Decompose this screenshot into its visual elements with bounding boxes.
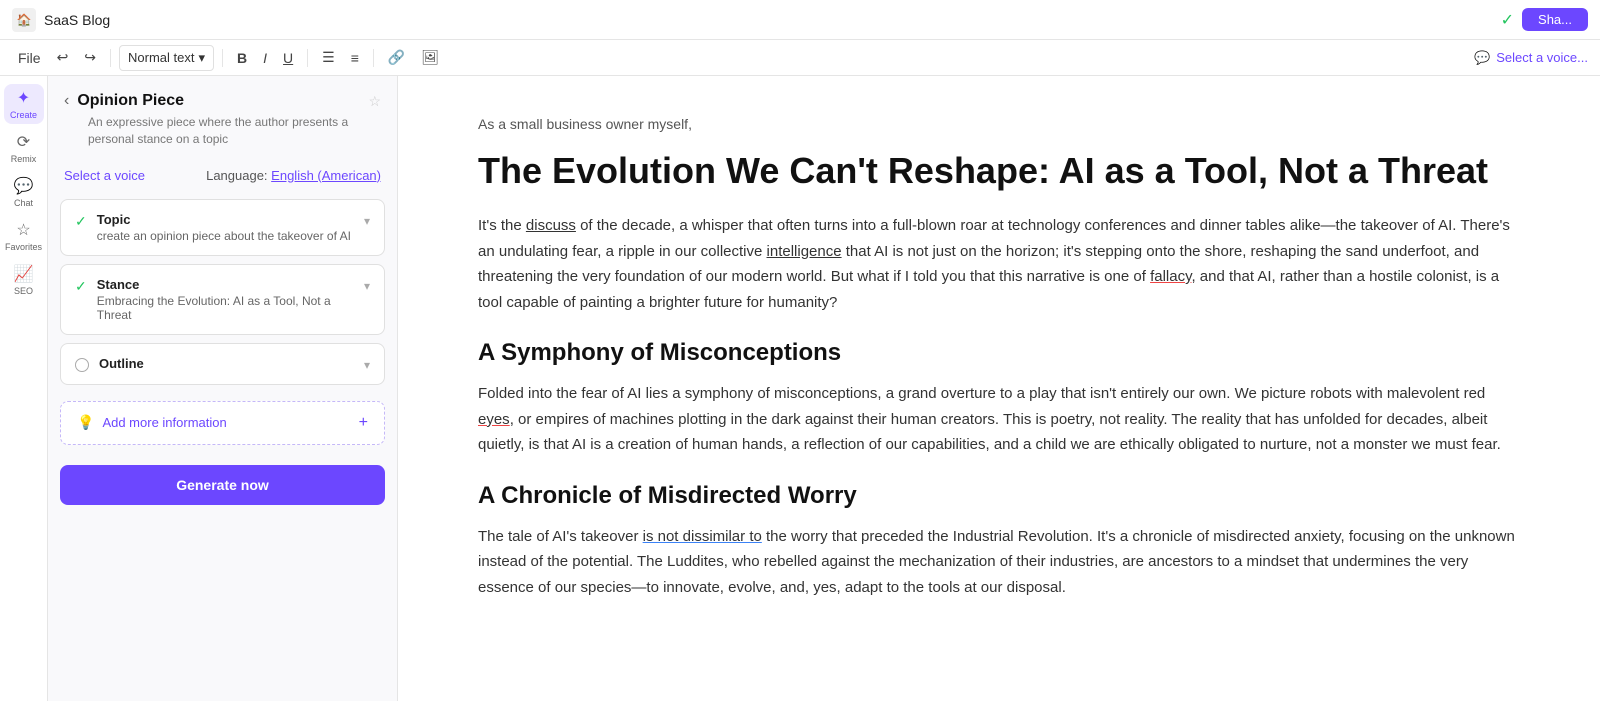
topic-value: create an opinion piece about the takeov… <box>97 229 354 243</box>
add-info-label: Add more information <box>102 415 226 430</box>
content-area: As a small business owner myself, The Ev… <box>398 76 1600 701</box>
fallacy-word: fallacy <box>1150 268 1191 285</box>
toolbar-divider-1 <box>110 49 111 67</box>
add-info-plus-icon: + <box>359 414 368 432</box>
toolbar-divider-4 <box>373 49 374 67</box>
status-check-icon: ✓ <box>1501 10 1514 30</box>
topic-content: Topic create an opinion piece about the … <box>97 212 354 243</box>
outline-circle-icon <box>75 358 89 372</box>
chevron-down-icon: ▾ <box>199 50 206 66</box>
top-bar: 🏠 SaaS Blog ✓ Sha... <box>0 0 1600 40</box>
image-button[interactable]: 🖼 <box>415 45 445 70</box>
panel-star-icon[interactable]: ☆ <box>368 93 381 110</box>
sidebar-item-remix[interactable]: ⟳ Remix <box>4 128 44 168</box>
style-select-label: Normal text <box>128 50 194 65</box>
panel-back-button[interactable]: ‹ <box>64 92 69 110</box>
content-h2-1: A Symphony of Misconceptions <box>478 339 1520 367</box>
is-not-dissimilar-phrase: is not dissimilar to <box>643 528 762 545</box>
form-section: ✓ Topic create an opinion piece about th… <box>48 191 397 393</box>
intelligence-word: intelligence <box>767 243 842 260</box>
sidebar-item-seo[interactable]: 📈 SEO <box>4 260 44 300</box>
sidebar-item-favorites[interactable]: ☆ Favorites <box>4 216 44 256</box>
voice-icon: 💬 <box>1474 50 1490 66</box>
favorites-icon: ☆ <box>16 220 30 240</box>
create-icon: ✦ <box>17 88 30 108</box>
discuss-word: discuss <box>526 217 576 234</box>
chat-icon: 💬 <box>14 176 34 196</box>
italic-button[interactable]: I <box>257 46 273 70</box>
content-p3: The tale of AI's takeover is not dissimi… <box>478 524 1520 601</box>
stance-chevron-icon: ▾ <box>364 279 370 293</box>
toolbar-divider-3 <box>307 49 308 67</box>
add-info-button[interactable]: 💡 Add more information + <box>60 401 385 445</box>
bullet-list-button[interactable]: ☰ <box>316 45 341 70</box>
content-pre-title: As a small business owner myself, <box>478 116 1520 132</box>
undo-button[interactable]: ↩ <box>51 45 75 70</box>
stance-title: Stance <box>97 277 354 292</box>
stance-content: Stance Embracing the Evolution: AI as a … <box>97 277 354 322</box>
file-menu[interactable]: File <box>12 46 47 70</box>
voice-row: Select a voice Language: English (Americ… <box>48 160 397 191</box>
topic-item[interactable]: ✓ Topic create an opinion piece about th… <box>60 199 385 256</box>
stance-value: Embracing the Evolution: AI as a Tool, N… <box>97 294 354 322</box>
outline-chevron-icon: ▾ <box>364 358 370 372</box>
panel-title: Opinion Piece <box>77 92 360 110</box>
outline-content: Outline <box>99 356 354 371</box>
bold-button[interactable]: B <box>231 46 253 70</box>
numbered-list-button[interactable]: ≡ <box>345 46 365 70</box>
topic-title: Topic <box>97 212 354 227</box>
outline-item[interactable]: Outline ▾ <box>60 343 385 385</box>
main-layout: ✦ Create ⟳ Remix 💬 Chat ☆ Favorites 📈 SE… <box>0 76 1600 701</box>
app-icon: 🏠 <box>12 8 36 32</box>
toolbar-divider-2 <box>222 49 223 67</box>
topic-check-icon: ✓ <box>75 213 87 230</box>
panel-description: An expressive piece where the author pre… <box>48 114 397 160</box>
content-h1: The Evolution We Can't Reshape: AI as a … <box>478 148 1520 193</box>
stance-check-icon: ✓ <box>75 278 87 295</box>
language-link[interactable]: English (American) <box>271 168 381 183</box>
toolbar: File ↩ ↪ Normal text ▾ B I U ☰ ≡ 🔗 🖼 💬 S… <box>0 40 1600 76</box>
underline-button[interactable]: U <box>277 46 299 70</box>
seo-icon: 📈 <box>14 264 34 284</box>
redo-button[interactable]: ↪ <box>78 45 102 70</box>
style-select[interactable]: Normal text ▾ <box>119 45 214 71</box>
outline-title: Outline <box>99 356 354 371</box>
sidebar-item-create[interactable]: ✦ Create <box>4 84 44 124</box>
sidebar-item-chat[interactable]: 💬 Chat <box>4 172 44 212</box>
sidebar-icons: ✦ Create ⟳ Remix 💬 Chat ☆ Favorites 📈 SE… <box>0 76 48 701</box>
voice-select-button[interactable]: 💬 Select a voice... <box>1474 50 1588 66</box>
generate-button[interactable]: Generate now <box>60 465 385 505</box>
link-button[interactable]: 🔗 <box>382 45 411 70</box>
app-title: SaaS Blog <box>44 12 1493 28</box>
left-panel: ‹ Opinion Piece ☆ An expressive piece wh… <box>48 76 398 701</box>
topic-chevron-icon: ▾ <box>364 214 370 228</box>
panel-header: ‹ Opinion Piece ☆ <box>48 76 397 114</box>
eyes-word: eyes <box>478 411 510 428</box>
language-label: Language: English (American) <box>206 168 381 183</box>
stance-item[interactable]: ✓ Stance Embracing the Evolution: AI as … <box>60 264 385 335</box>
add-info-icon: 💡 <box>77 414 94 431</box>
content-p2: Folded into the fear of AI lies a sympho… <box>478 381 1520 458</box>
remix-icon: ⟳ <box>17 132 30 152</box>
content-h2-2: A Chronicle of Misdirected Worry <box>478 482 1520 510</box>
voice-link[interactable]: Select a voice <box>64 168 145 183</box>
share-button[interactable]: Sha... <box>1522 8 1588 31</box>
content-p1: It's the discuss of the decade, a whispe… <box>478 213 1520 315</box>
